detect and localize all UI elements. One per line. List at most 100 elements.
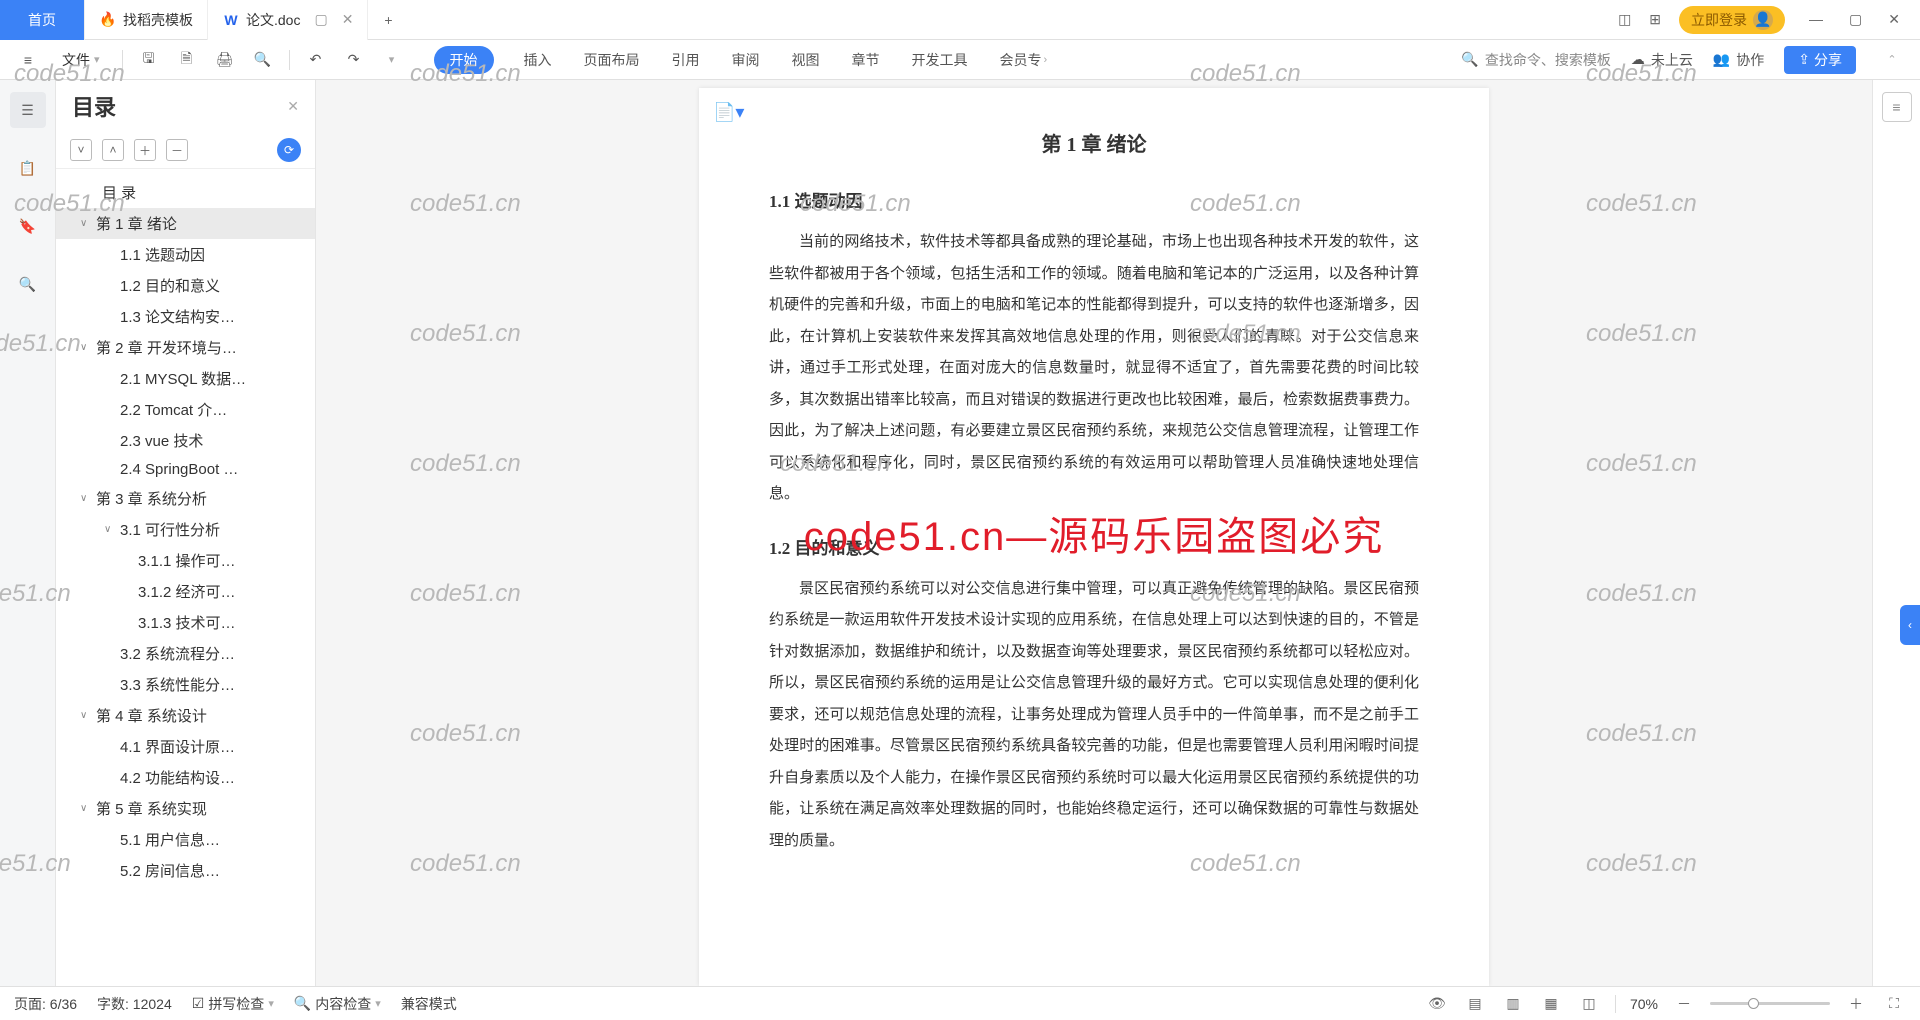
ribbon: ≡ 文件▾ 🖫 🗎 🖨 🔍 ↶ ↷ ▾ 开始 插入 页面布局 引用 审阅 视图 …	[0, 40, 1920, 80]
maximize-button[interactable]: ▢	[1843, 9, 1868, 30]
remove-heading-button[interactable]: －	[166, 139, 188, 161]
tree-item[interactable]: 3.3 系统性能分…	[56, 669, 315, 700]
zoom-slider[interactable]	[1710, 1002, 1830, 1005]
view-read-icon[interactable]: ▤	[1463, 992, 1487, 1016]
page-count[interactable]: 页面: 6/36	[14, 994, 77, 1014]
collapse-all-button[interactable]: ˅	[70, 139, 92, 161]
chevron-icon: ∨	[80, 803, 92, 814]
tree-item[interactable]: ∨第 5 章 系统实现	[56, 793, 315, 824]
view-web-icon[interactable]: ▥	[1501, 992, 1525, 1016]
collab-button[interactable]: 👥 协作	[1713, 50, 1764, 70]
word-count[interactable]: 字数: 12024	[97, 994, 172, 1014]
collapse-ribbon-icon[interactable]: ⌃	[1876, 44, 1908, 76]
save-icon[interactable]: 🖫	[133, 44, 165, 76]
outline-button[interactable]: ☰	[10, 92, 46, 128]
side-expand-button[interactable]: ‹	[1900, 605, 1920, 645]
chevron-icon: ∨	[80, 493, 92, 504]
document-tab[interactable]: W 论文.doc ▢ ✕	[208, 0, 368, 40]
content-check[interactable]: 🔍内容检查▾	[294, 994, 381, 1014]
tree-item[interactable]: ∨第 2 章 开发环境与…	[56, 332, 315, 363]
fullscreen-icon[interactable]: ⛶	[1882, 992, 1906, 1016]
tree-item[interactable]: 1.3 论文结构安…	[56, 301, 315, 332]
file-menu[interactable]: 文件▾	[50, 50, 112, 70]
tree-item[interactable]: 目 录	[56, 177, 315, 208]
tree-item[interactable]: 1.1 选题动因	[56, 239, 315, 270]
find-button[interactable]: 🔍	[10, 266, 46, 302]
apps-icon[interactable]: ⊞	[1649, 11, 1661, 28]
tree-item[interactable]: ∨第 3 章 系统分析	[56, 483, 315, 514]
outline-tree[interactable]: 目 录∨第 1 章 绪论1.1 选题动因1.2 目的和意义1.3 论文结构安…∨…	[56, 169, 315, 986]
tree-item[interactable]: 2.1 MYSQL 数据…	[56, 363, 315, 394]
export-icon[interactable]: 🗎	[171, 44, 203, 76]
chevron-icon: ∨	[80, 218, 92, 229]
tree-item[interactable]: 3.1.3 技术可…	[56, 607, 315, 638]
outline-title: 目录	[72, 90, 116, 122]
tab-vip[interactable]: 会员专›	[998, 46, 1050, 74]
bookmark-button[interactable]: 🔖	[10, 208, 46, 244]
tree-item[interactable]: 3.1.1 操作可…	[56, 545, 315, 576]
undo-icon[interactable]: ↶	[300, 44, 332, 76]
tree-item[interactable]: 4.2 功能结构设…	[56, 762, 315, 793]
tree-item[interactable]: 5.1 用户信息…	[56, 824, 315, 855]
view-eye-icon[interactable]: 👁	[1425, 992, 1449, 1016]
cloud-label: 未上云	[1651, 50, 1693, 70]
view-outline-icon[interactable]: ▦	[1539, 992, 1563, 1016]
template-tab[interactable]: 🔥 找稻壳模板	[85, 0, 208, 40]
zoom-in-button[interactable]: ＋	[1844, 992, 1868, 1016]
command-search[interactable]: 🔍 查找命令、搜索模板	[1461, 50, 1610, 70]
home-tab[interactable]: 首页	[0, 0, 85, 40]
close-icon[interactable]: ✕	[342, 11, 354, 28]
search-icon: 🔍	[294, 995, 311, 1012]
preview-icon[interactable]: 🔍	[247, 44, 279, 76]
tree-item[interactable]: ∨第 1 章 绪论	[56, 208, 315, 239]
zoom-out-button[interactable]: －	[1672, 992, 1696, 1016]
refresh-button[interactable]: ⟳	[277, 138, 301, 162]
tab-start[interactable]: 开始	[434, 46, 494, 74]
minimize-button[interactable]: ―	[1803, 9, 1829, 30]
tree-item[interactable]: 4.1 界面设计原…	[56, 731, 315, 762]
ruler-icon[interactable]: ◫	[1577, 992, 1601, 1016]
compat-mode[interactable]: 兼容模式	[401, 994, 457, 1014]
spell-check[interactable]: ☑拼写检查▾	[192, 994, 274, 1014]
clipboard-button[interactable]: 📋	[10, 150, 46, 186]
tab-dev[interactable]: 开发工具	[910, 46, 970, 74]
window-split-icon[interactable]: ◫	[1618, 11, 1631, 28]
tab-review[interactable]: 审阅	[730, 46, 762, 74]
zoom-level[interactable]: 70%	[1630, 996, 1658, 1012]
panel-toggle-button[interactable]: ≡	[1882, 92, 1912, 122]
tree-item-label: 目 录	[102, 182, 136, 203]
tree-item[interactable]: 2.2 Tomcat 介…	[56, 394, 315, 425]
tree-item[interactable]: 3.2 系统流程分…	[56, 638, 315, 669]
tree-item[interactable]: 2.3 vue 技术	[56, 425, 315, 456]
more-icon[interactable]: ▾	[376, 44, 408, 76]
tab-section[interactable]: 章节	[850, 46, 882, 74]
tab-layout[interactable]: 页面布局	[582, 46, 642, 74]
add-heading-button[interactable]: ＋	[134, 139, 156, 161]
login-button[interactable]: 立即登录 👤	[1679, 6, 1785, 34]
cloud-status[interactable]: ☁ 未上云	[1631, 50, 1693, 70]
tree-item-label: 3.2 系统流程分…	[120, 643, 235, 664]
tree-item[interactable]: 5.2 房间信息…	[56, 855, 315, 886]
share-button[interactable]: ⇪ 分享	[1784, 46, 1856, 74]
present-icon[interactable]: ▢	[314, 11, 327, 28]
page-marker-icon[interactable]: 📄▾	[713, 102, 744, 123]
expand-all-button[interactable]: ˄	[102, 139, 124, 161]
close-icon[interactable]: ✕	[287, 98, 299, 115]
tab-insert[interactable]: 插入	[522, 46, 554, 74]
tree-item[interactable]: ∨第 4 章 系统设计	[56, 700, 315, 731]
tree-item[interactable]: ∨3.1 可行性分析	[56, 514, 315, 545]
tree-item-label: 4.2 功能结构设…	[120, 767, 235, 788]
menu-icon[interactable]: ≡	[12, 44, 44, 76]
tab-reference[interactable]: 引用	[670, 46, 702, 74]
tab-view[interactable]: 视图	[790, 46, 822, 74]
redo-icon[interactable]: ↷	[338, 44, 370, 76]
tree-item[interactable]: 2.4 SpringBoot …	[56, 456, 315, 483]
new-tab-button[interactable]: +	[368, 0, 408, 40]
tree-item[interactable]: 3.1.2 经济可…	[56, 576, 315, 607]
tree-item-label: 2.2 Tomcat 介…	[120, 399, 227, 420]
print-icon[interactable]: 🖨	[209, 44, 241, 76]
cloud-icon: ☁	[1631, 51, 1645, 68]
tree-item[interactable]: 1.2 目的和意义	[56, 270, 315, 301]
close-button[interactable]: ✕	[1882, 9, 1906, 30]
document-canvas[interactable]: 📄▾ 第 1 章 绪论 1.1 选题动因 当前的网络技术，软件技术等都具备成熟的…	[316, 80, 1872, 986]
